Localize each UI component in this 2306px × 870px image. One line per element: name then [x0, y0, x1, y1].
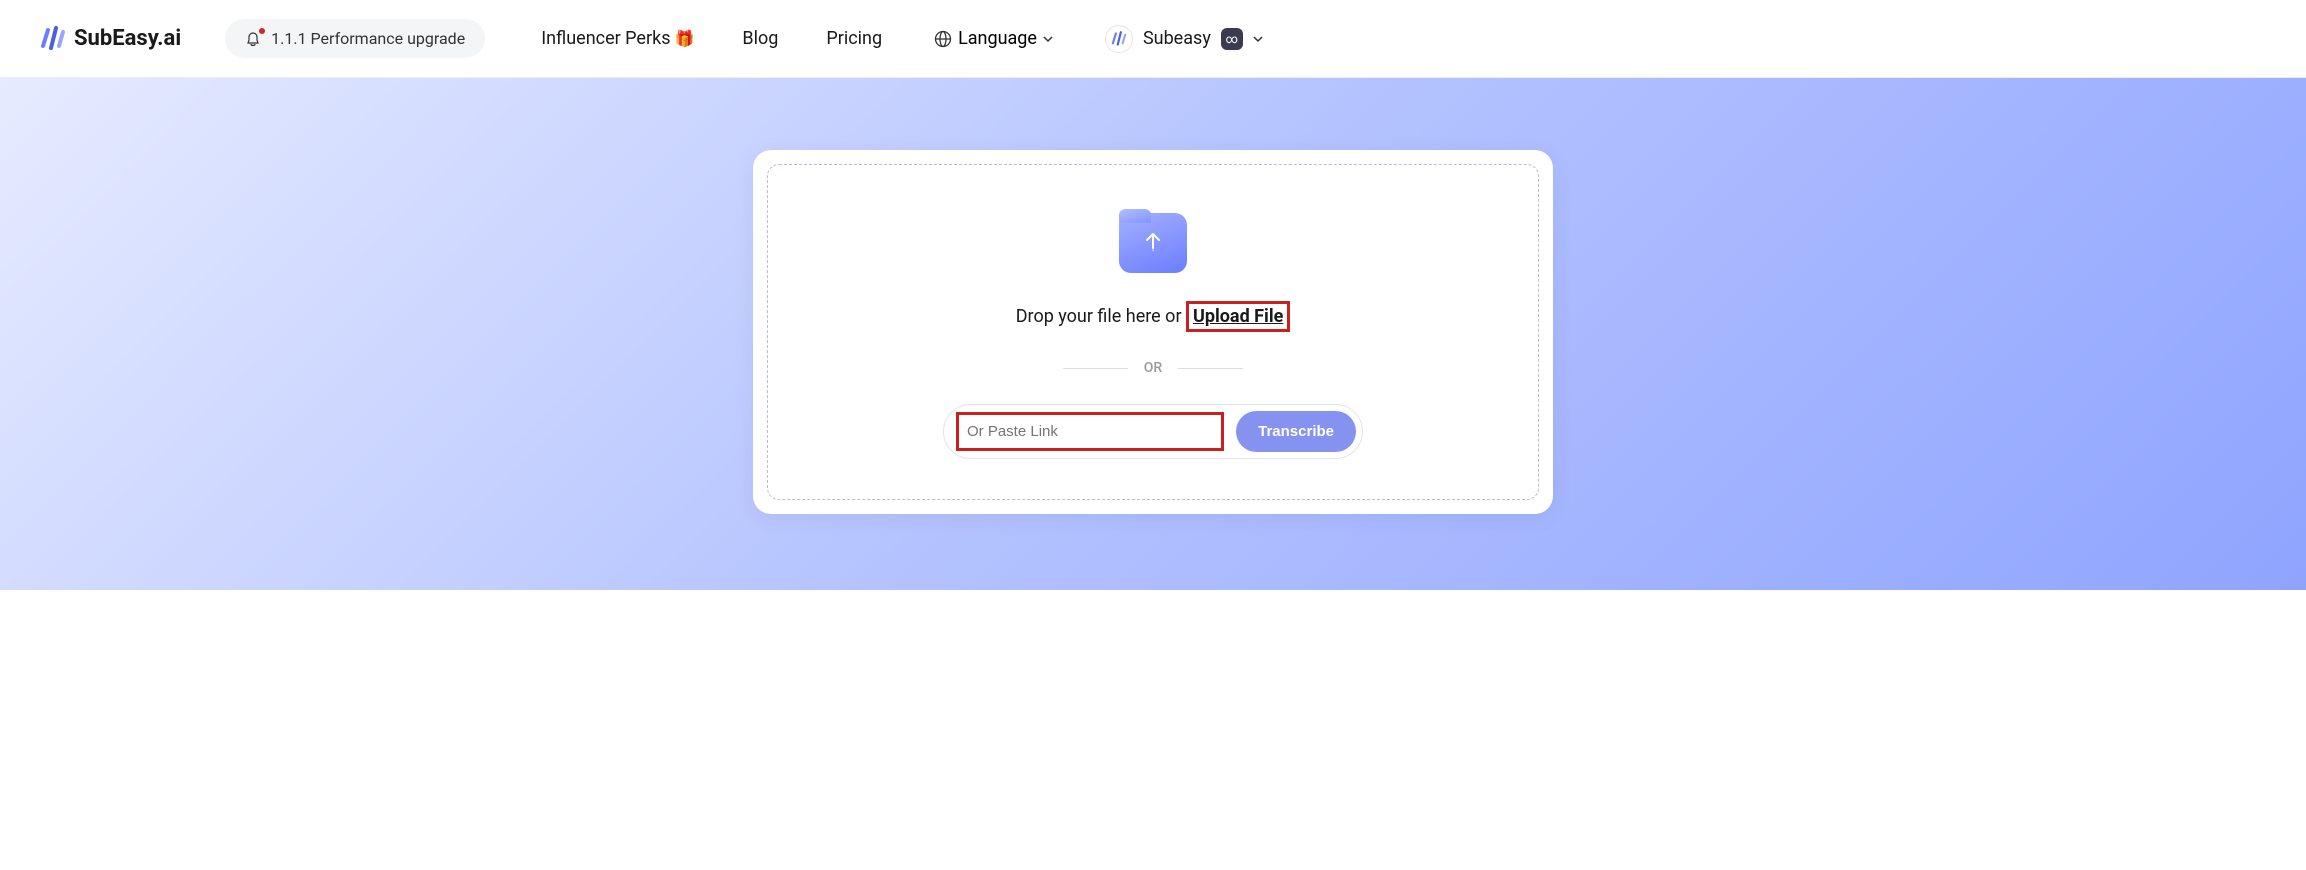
drop-prefix: Drop your file here or: [1016, 306, 1186, 327]
nav-influencer-label: Influencer Perks: [541, 28, 670, 49]
drop-text: Drop your file here or Upload File: [1016, 301, 1291, 332]
chevron-down-icon: [1043, 29, 1053, 48]
user-plan-badge: ∞: [1221, 28, 1243, 50]
transcribe-button[interactable]: Transcribe: [1236, 411, 1356, 452]
paste-link-row: Transcribe: [943, 404, 1363, 459]
upload-card: Drop your file here or Upload File OR Tr…: [753, 150, 1553, 514]
or-divider: OR: [1063, 360, 1243, 376]
nav-influencer[interactable]: Influencer Perks 🎁: [541, 28, 694, 49]
nav-pricing[interactable]: Pricing: [826, 28, 882, 49]
upload-link-highlight: Upload File: [1186, 301, 1290, 332]
gift-icon: 🎁: [674, 29, 694, 48]
logo-icon: [40, 26, 66, 52]
hero-section: Drop your file here or Upload File OR Tr…: [0, 78, 2306, 590]
bell-icon: [245, 30, 263, 48]
user-logo-icon: [1105, 25, 1133, 53]
user-name: Subeasy: [1143, 28, 1211, 49]
user-menu[interactable]: Subeasy ∞: [1105, 25, 1263, 53]
dropzone[interactable]: Drop your file here or Upload File OR Tr…: [767, 164, 1539, 500]
header: SubEasy.ai 1.1.1 Performance upgrade Inf…: [0, 0, 2306, 78]
upgrade-pill[interactable]: 1.1.1 Performance upgrade: [225, 19, 485, 58]
upgrade-label: 1.1.1 Performance upgrade: [271, 29, 465, 48]
logo[interactable]: SubEasy.ai: [40, 26, 181, 52]
language-selector[interactable]: Language: [934, 28, 1053, 49]
language-label: Language: [958, 28, 1037, 49]
paste-link-input[interactable]: [959, 415, 1221, 448]
nav-blog[interactable]: Blog: [742, 28, 778, 49]
arrow-up-icon: [1143, 230, 1163, 256]
or-label: OR: [1144, 360, 1162, 376]
upload-file-link[interactable]: Upload File: [1193, 306, 1283, 327]
nav: Influencer Perks 🎁 Blog Pricing: [541, 28, 882, 49]
brand-name: SubEasy.ai: [74, 26, 181, 51]
globe-icon: [934, 30, 952, 48]
chevron-down-icon: [1253, 29, 1263, 48]
paste-input-highlight: [956, 412, 1224, 451]
upload-folder-icon: [1119, 213, 1187, 273]
